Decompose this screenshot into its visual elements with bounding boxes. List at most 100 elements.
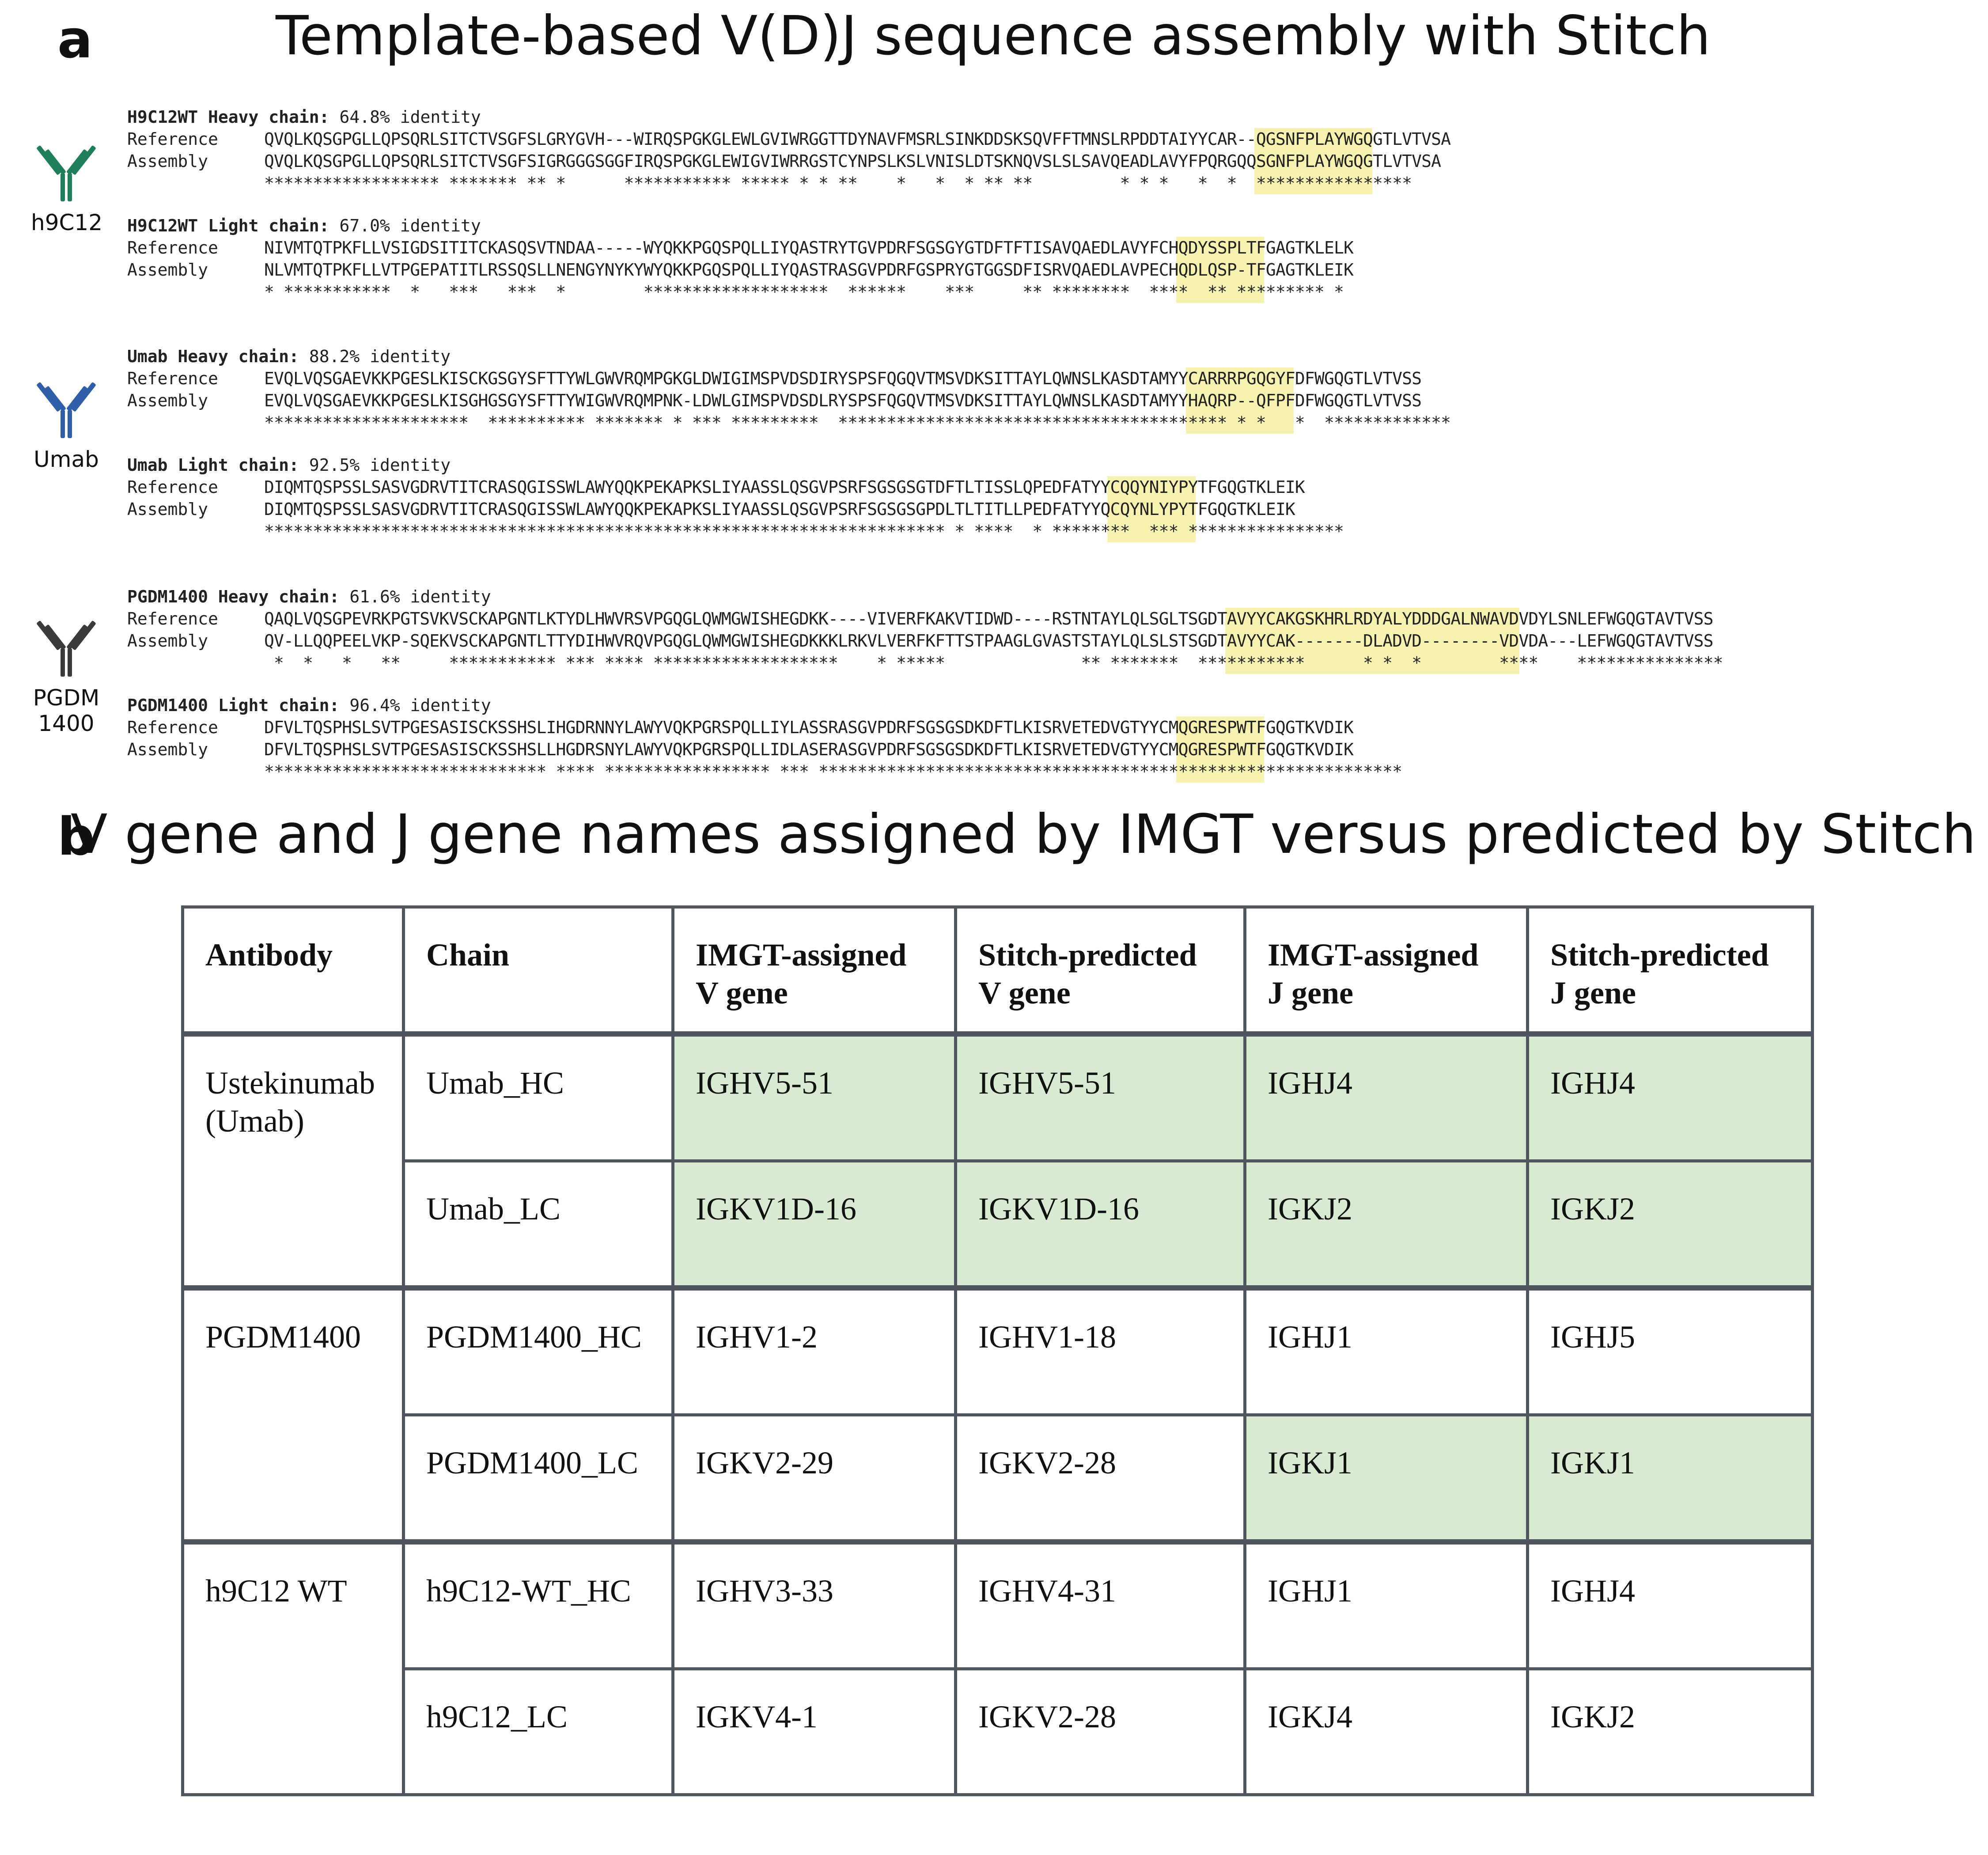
panel-b-title: V gene and J gene names assigned by IMGT… xyxy=(71,803,1976,866)
row-label: Assembly xyxy=(127,740,208,759)
antibody-cell: PGDM1400 xyxy=(181,1285,405,1544)
imgt-j-cell: IGHJ1 xyxy=(1243,1539,1529,1670)
stitch-j-cell: IGHJ4 xyxy=(1526,1031,1814,1162)
sequence-text: * * * ** *********** *** **** **********… xyxy=(264,653,1723,673)
antibody-pgdm1400-icon xyxy=(37,621,96,677)
sequence-text: NLVMTQTPKFLLVTPGEPATITLRSSQSLLNENGYNYKYW… xyxy=(264,260,1354,280)
conservation-row: * * * ** *********** *** **** **********… xyxy=(127,652,1723,674)
stitch-v-cell: IGKV2-28 xyxy=(954,1413,1246,1544)
stitch-v-cell: IGKV1D-16 xyxy=(954,1159,1246,1290)
antibody-cell: Ustekinumab (Umab) xyxy=(181,1031,405,1290)
sequence-text: * *********** * *** *** * **************… xyxy=(264,282,1344,302)
sequence-text: QVQLKQSGPGLLQPSQRLSITCTVSGFSLGRYGVH---WI… xyxy=(264,129,1451,149)
antibody-icon-umab: Umab xyxy=(31,379,102,473)
reference-row: Reference QAQLVQSGPEVRKPGTSVKVSCKAPGNTLKT… xyxy=(127,608,1723,630)
chain-alignment-block: PGDM1400 Heavy chain: 61.6% identity Refe… xyxy=(127,586,1723,674)
chain-title: Umab Light chain: 92.5% identity xyxy=(127,454,1344,476)
chain-identity: 61.6% identity xyxy=(339,587,491,606)
assembly-row: Assembly QVQLKQSGPGLLQPSQRLSITCTVSGFSIGRG… xyxy=(127,150,1450,172)
row-label: Reference xyxy=(127,609,218,628)
conservation-row: ****************************************… xyxy=(127,520,1344,542)
header-imgt-j: IMGT-assigned J gene xyxy=(1243,905,1529,1036)
chain-title: PGDM1400 Light chain: 96.4% identity xyxy=(127,694,1402,716)
stitch-v-cell: IGHV1-18 xyxy=(954,1285,1246,1416)
chain-alignment-block: H9C12WT Light chain: 67.0% identity Refer… xyxy=(127,215,1354,303)
antibody-umab-label: Umab xyxy=(34,447,99,472)
stitch-j-cell: IGHJ5 xyxy=(1526,1285,1814,1416)
imgt-v-cell: IGHV1-2 xyxy=(671,1285,957,1416)
sequence-text: DFVLTQSPHSLSVTPGESASISCKSSHSLLHGDRSNYLAW… xyxy=(264,740,1354,759)
sequence-text: ***************************** **** *****… xyxy=(264,762,1402,781)
reference-row: Reference NIVMTQTPKFLLVSIGDSITITCKASQSVTN… xyxy=(127,237,1354,259)
conservation-row: ****************** ******* ** * ********… xyxy=(127,172,1450,194)
sequence-text: ****************** ******* ** * ********… xyxy=(264,174,1412,193)
row-label: Reference xyxy=(127,477,218,497)
chain-alignment-block: Umab Light chain: 92.5% identity Referenc… xyxy=(127,454,1344,542)
chain-identity: 92.5% identity xyxy=(299,455,451,475)
row-label: Reference xyxy=(127,238,218,257)
reference-row: Reference DIQMTQSPSSLSASVGDRVTITCRASQGISS… xyxy=(127,476,1344,498)
chain-alignment-block: Umab Heavy chain: 88.2% identity Referenc… xyxy=(127,345,1451,434)
assembly-row: Assembly DIQMTQSPSSLSASVGDRVTITCRASQGISSW… xyxy=(127,498,1344,520)
chain-cell: Umab_HC xyxy=(402,1031,674,1162)
chain-name: H9C12WT Heavy chain: xyxy=(127,107,329,127)
stitch-v-cell: IGHV5-51 xyxy=(954,1031,1246,1162)
assembly-row: Assembly NLVMTQTPKFLLVTPGEPATITLRSSQSLLNE… xyxy=(127,259,1354,281)
sequence-text: QV-LLQQPEELVKP-SQEKVSCKAPGNTLTTYDIHWVRQV… xyxy=(264,631,1714,651)
stitch-v-cell: IGHV4-31 xyxy=(954,1539,1246,1670)
chain-cell: Umab_LC xyxy=(402,1159,674,1290)
imgt-v-cell: IGKV1D-16 xyxy=(671,1159,957,1290)
conservation-row: * *********** * *** *** * **************… xyxy=(127,281,1353,303)
chain-cell: PGDM1400_HC xyxy=(402,1285,674,1416)
antibody-h9c12-label: h9C12 xyxy=(31,210,103,235)
sequence-text: DFVLTQSPHSLSVTPGESASISCKSSHSLIHGDRNNYLAW… xyxy=(264,718,1354,737)
chain-cell: PGDM1400_LC xyxy=(402,1413,674,1544)
chain-name: PGDM1400 Heavy chain: xyxy=(127,587,340,606)
chain-cell: h9C12_LC xyxy=(402,1667,674,1796)
chain-name: Umab Heavy chain: xyxy=(127,347,299,366)
row-label: Reference xyxy=(127,718,218,737)
chain-alignment-block: H9C12WT Heavy chain: 64.8% identity Refer… xyxy=(127,106,1451,194)
row-label: Reference xyxy=(127,369,218,388)
table-header-row: Antibody Chain IMGT-assigned V gene Stit… xyxy=(181,905,1814,1036)
chain-alignment-block: PGDM1400 Light chain: 96.4% identity Refe… xyxy=(127,694,1402,783)
conservation-row: ***************************** **** *****… xyxy=(127,761,1402,783)
sequence-text: EVQLVQSGAEVKKPGESLKISCKGSGYSFTTYWLGWVRQM… xyxy=(264,369,1422,388)
imgt-v-cell: IGKV2-29 xyxy=(671,1413,957,1544)
row-label: Assembly xyxy=(127,260,208,280)
header-chain: Chain xyxy=(402,905,674,1036)
chain-identity: 88.2% identity xyxy=(299,347,451,366)
reference-row: Reference EVQLVQSGAEVKKPGESLKISCKGSGYSFTT… xyxy=(127,367,1450,390)
header-stitch-j: Stitch-predicted J gene xyxy=(1526,905,1814,1036)
sequence-text: DIQMTQSPSSLSASVGDRVTITCRASQGISSWLAWYQQKP… xyxy=(264,477,1305,497)
table-row: PGDM1400_LC IGKV2-29 IGKV2-28 IGKJ1 IGKJ… xyxy=(183,1413,1814,1544)
reference-row: Reference DFVLTQSPHSLSVTPGESASISCKSSHSLIH… xyxy=(127,716,1402,738)
antibody-pgdm1400-label: PGDM 1400 xyxy=(33,685,100,736)
header-antibody: Antibody xyxy=(181,905,405,1036)
stitch-j-cell: IGKJ2 xyxy=(1526,1667,1814,1796)
imgt-j-cell: IGKJ1 xyxy=(1243,1413,1529,1544)
table-row: Umab_LC IGKV1D-16 IGKV1D-16 IGKJ2 IGKJ2 xyxy=(183,1159,1814,1290)
chain-identity: 67.0% identity xyxy=(329,216,481,235)
imgt-v-cell: IGHV3-33 xyxy=(671,1539,957,1670)
assembly-row: Assembly QV-LLQQPEELVKP-SQEKVSCKAPGNTLTTY… xyxy=(127,630,1723,652)
imgt-j-cell: IGKJ2 xyxy=(1243,1159,1529,1290)
chain-identity: 96.4% identity xyxy=(339,696,491,715)
imgt-v-cell: IGHV5-51 xyxy=(671,1031,957,1162)
stitch-j-cell: IGKJ2 xyxy=(1526,1159,1814,1290)
chain-title: H9C12WT Light chain: 67.0% identity xyxy=(127,215,1353,237)
imgt-v-cell: IGKV4-1 xyxy=(671,1667,957,1796)
imgt-j-cell: IGHJ4 xyxy=(1243,1031,1529,1162)
table-row: Ustekinumab (Umab) Umab_HC IGHV5-51 IGHV… xyxy=(181,1031,1814,1290)
row-label: Assembly xyxy=(127,631,208,651)
chain-name: H9C12WT Light chain: xyxy=(127,216,329,235)
imgt-j-cell: IGKJ4 xyxy=(1243,1667,1529,1796)
antibody-icon-pgdm1400: PGDM 1400 xyxy=(31,617,102,736)
chain-cell: h9C12-WT_HC xyxy=(402,1539,674,1670)
chain-name: Umab Light chain: xyxy=(127,455,299,475)
stitch-v-cell: IGKV2-28 xyxy=(954,1667,1246,1796)
row-label: Assembly xyxy=(127,500,208,519)
sequence-text: DIQMTQSPSSLSASVGDRVTITCRASQGISSWLAWYQQKP… xyxy=(264,500,1295,519)
chain-title: PGDM1400 Heavy chain: 61.6% identity xyxy=(127,586,1723,608)
conservation-row: ********************* ********** *******… xyxy=(127,412,1451,434)
